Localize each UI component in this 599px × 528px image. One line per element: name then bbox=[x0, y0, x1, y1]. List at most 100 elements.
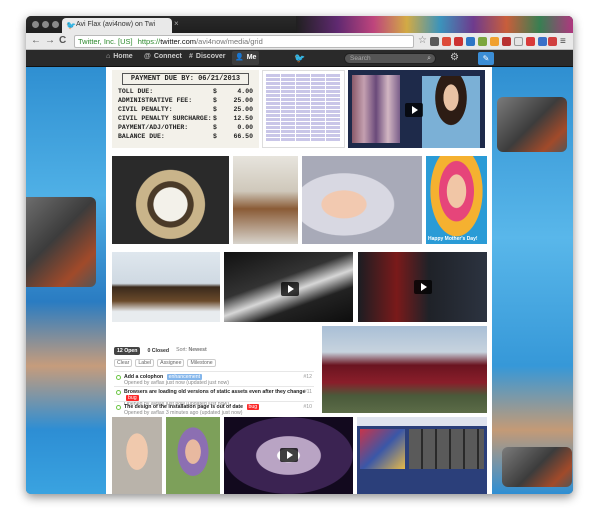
browser-window: 🐦 Avi Flax (avi4now) on Twi × ← → C Twit… bbox=[26, 16, 573, 494]
settings-gear-icon[interactable]: ⚙ bbox=[450, 52, 459, 63]
nav-connect-label: Connect bbox=[153, 53, 182, 60]
media-tile-baby-sitting[interactable] bbox=[112, 417, 162, 494]
extension-icon-7[interactable] bbox=[502, 37, 511, 46]
ssl-indicator: Twitter, Inc. [US] bbox=[78, 37, 133, 46]
nav-connect[interactable]: @ Connect bbox=[144, 53, 182, 60]
media-tile-cicada[interactable] bbox=[112, 252, 220, 322]
background-art-right bbox=[492, 67, 573, 494]
zoom-window-button[interactable] bbox=[52, 21, 59, 28]
issues-tabs: 12 Open 0 Closed Sort: Newest bbox=[114, 347, 314, 355]
issues-filters: Clear Label Assignee Milestone bbox=[114, 359, 314, 367]
theme-art bbox=[296, 16, 573, 33]
woman-portrait bbox=[422, 76, 480, 148]
google-extension-icon[interactable] bbox=[442, 37, 451, 46]
sort-value: Newest bbox=[188, 347, 207, 353]
media-tile-mothers-day[interactable]: Happy Mother's Day! bbox=[426, 156, 487, 244]
nav-me[interactable]: 👤 Me bbox=[232, 51, 260, 65]
tab-title: Avi Flax (avi4now) on Twi bbox=[76, 21, 156, 28]
close-window-button[interactable] bbox=[32, 21, 39, 28]
search-input[interactable]: Search ⌕ bbox=[344, 53, 436, 64]
media-tile-video-spacecraft[interactable] bbox=[224, 252, 353, 322]
media-tile-video-1[interactable] bbox=[348, 70, 485, 148]
twitter-bird-icon: 🐦 bbox=[66, 21, 76, 30]
issue-row[interactable]: Add a colophon enhancement Opened by avf… bbox=[114, 371, 314, 386]
media-tile-tea-tray[interactable] bbox=[233, 156, 298, 244]
issue-number: #10 bbox=[303, 404, 312, 410]
receipt-title: PAYMENT DUE BY: 06/21/2013 bbox=[122, 73, 249, 85]
media-tile-teacups[interactable] bbox=[112, 156, 229, 244]
back-button[interactable]: ← bbox=[31, 35, 41, 46]
url-scheme: https:// bbox=[137, 37, 161, 46]
search-icon[interactable]: ⌕ bbox=[427, 54, 431, 63]
sort-dropdown[interactable]: Sort: Newest bbox=[176, 347, 207, 355]
filter-assignee[interactable]: Assignee bbox=[157, 359, 185, 367]
nav-home[interactable]: ⌂ Home bbox=[106, 53, 133, 60]
filter-label[interactable]: Label bbox=[135, 359, 155, 367]
play-icon[interactable] bbox=[281, 282, 299, 296]
extension-icon-6[interactable] bbox=[490, 37, 499, 46]
website-image bbox=[360, 429, 405, 469]
url-host: twitter.com bbox=[160, 37, 197, 46]
play-icon[interactable] bbox=[280, 448, 298, 462]
extension-icon-3[interactable] bbox=[454, 37, 463, 46]
nav-discover-label: Discover bbox=[195, 53, 226, 60]
title-bar: 🐦 Avi Flax (avi4now) on Twi × bbox=[26, 16, 573, 33]
media-tile-baby-standing[interactable] bbox=[166, 417, 220, 494]
media-tile-video-interview[interactable] bbox=[358, 252, 487, 322]
at-icon: @ bbox=[144, 53, 151, 60]
issue-row[interactable]: The design of the installation page is o… bbox=[114, 401, 314, 416]
receipt-line: BALANCE DUE: $66.50 bbox=[118, 133, 253, 140]
twitter-page: ⌂ Home @ Connect # Discover 👤 Me 🐦 Search ⌕ … bbox=[26, 50, 573, 494]
person-icon: 👤 bbox=[235, 54, 244, 61]
media-tile-baby-airplane[interactable] bbox=[302, 156, 422, 244]
closed-issues-tab[interactable]: 0 Closed bbox=[144, 347, 172, 355]
open-issue-icon bbox=[116, 390, 121, 395]
media-tile-website-screenshot[interactable] bbox=[357, 417, 487, 494]
issue-row[interactable]: Browsers are loading old versions of sta… bbox=[114, 386, 314, 407]
receipt-line: CIVIL PENALTY SURCHARGE: $12.50 bbox=[118, 115, 253, 122]
issue-label[interactable]: bug bbox=[246, 404, 260, 410]
url-path: /avi4now/media/grid bbox=[196, 37, 263, 46]
browser-menu-icon[interactable]: ≡ bbox=[560, 36, 566, 47]
media-tile-receipt[interactable]: PAYMENT DUE BY: 06/21/2013 TOLL DUE: $4.0… bbox=[112, 70, 259, 148]
sort-label: Sort: bbox=[176, 347, 188, 353]
filter-milestone[interactable]: Milestone bbox=[187, 359, 216, 367]
tab-close-icon[interactable]: × bbox=[174, 19, 179, 28]
forward-button[interactable]: → bbox=[45, 35, 55, 46]
receipt-line: CIVIL PENALTY: $25.00 bbox=[118, 106, 253, 113]
compose-tweet-button[interactable]: ✎ bbox=[478, 52, 494, 65]
nav-home-label: Home bbox=[113, 53, 133, 60]
extension-icon-9[interactable] bbox=[526, 37, 535, 46]
media-tile-spreadsheet[interactable] bbox=[262, 70, 345, 148]
nav-discover[interactable]: # Discover bbox=[189, 53, 225, 60]
issue-number: #12 bbox=[303, 374, 312, 380]
extension-icon-5[interactable] bbox=[478, 37, 487, 46]
twitter-logo-icon[interactable]: 🐦 bbox=[294, 53, 305, 64]
open-issues-tab[interactable]: 12 Open bbox=[114, 347, 141, 355]
extension-icon-4[interactable] bbox=[466, 37, 475, 46]
bookmark-star-icon[interactable]: ☆ bbox=[418, 35, 427, 46]
address-bar[interactable]: Twitter, Inc. [US] https://twitter.com/a… bbox=[74, 35, 414, 48]
extension-icon-8[interactable] bbox=[514, 37, 523, 46]
video-thumbnail-grid bbox=[352, 75, 400, 143]
extension-icon-11[interactable] bbox=[548, 37, 557, 46]
media-tile-red-car[interactable] bbox=[322, 326, 487, 413]
search-placeholder: Search bbox=[350, 55, 371, 62]
media-grid: PAYMENT DUE BY: 06/21/2013 TOLL DUE: $4.0… bbox=[106, 67, 492, 494]
play-icon[interactable] bbox=[405, 103, 423, 117]
filter-clear[interactable]: Clear bbox=[114, 359, 133, 367]
spaceship-art-right bbox=[497, 97, 567, 152]
browser-tab[interactable]: 🐦 Avi Flax (avi4now) on Twi bbox=[62, 18, 172, 33]
wrench-extension-icon[interactable] bbox=[430, 37, 439, 46]
issue-meta: Opened by avflax 3 minutes ago (updated … bbox=[124, 410, 243, 416]
reload-button[interactable]: C bbox=[59, 35, 66, 46]
browser-toolbar: ← → C Twitter, Inc. [US] https://twitter… bbox=[26, 33, 573, 50]
media-tile-video-performer[interactable] bbox=[224, 417, 353, 494]
spaceship-art bbox=[26, 197, 96, 287]
issue-title[interactable]: Browsers are loading old versions of sta… bbox=[124, 389, 305, 395]
play-icon[interactable] bbox=[414, 280, 432, 294]
minimize-window-button[interactable] bbox=[42, 21, 49, 28]
twitter-topbar: ⌂ Home @ Connect # Discover 👤 Me 🐦 Search ⌕ … bbox=[26, 50, 573, 67]
extension-icon-10[interactable] bbox=[538, 37, 547, 46]
spaceship-art-right-lower bbox=[502, 447, 572, 487]
